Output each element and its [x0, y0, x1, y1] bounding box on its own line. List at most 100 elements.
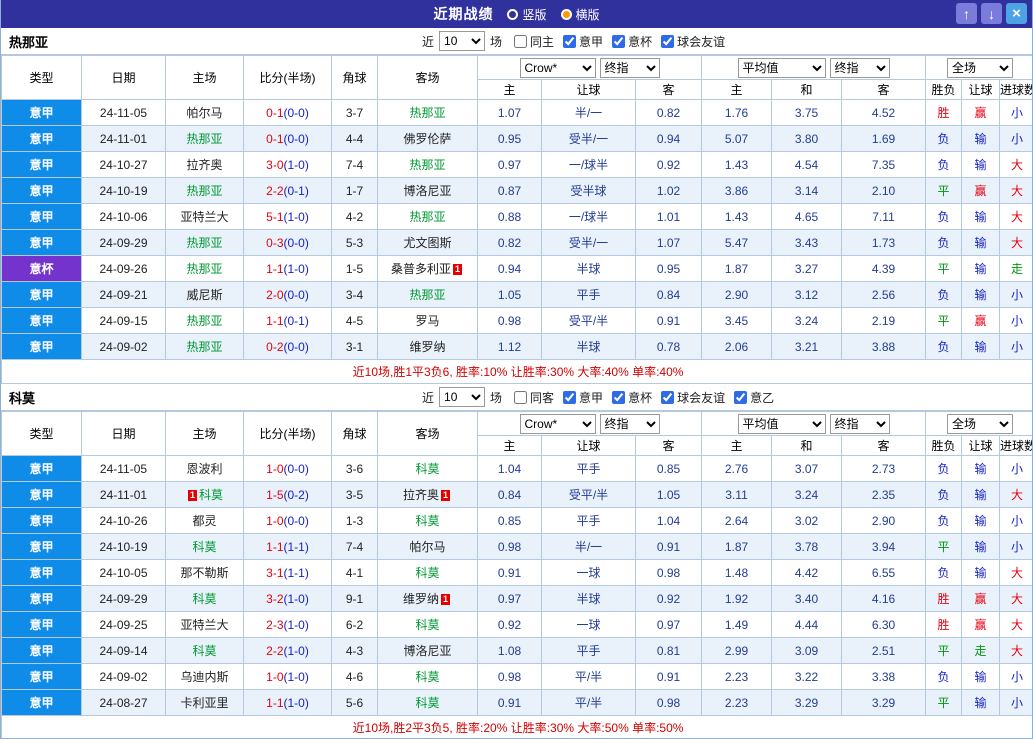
filter-checkbox[interactable]: [514, 390, 528, 404]
result-handicap: 输: [961, 507, 1001, 534]
bookmaker-select[interactable]: Crow*: [519, 57, 596, 78]
handicap-home-odds: 0.95: [477, 125, 542, 152]
filter-checkbox[interactable]: [661, 34, 675, 48]
filter-checkbox[interactable]: [734, 390, 748, 404]
red-card-badge: 1: [453, 264, 462, 275]
filter-checkbox[interactable]: [514, 34, 528, 48]
filter-option-意甲[interactable]: 意甲: [563, 389, 603, 406]
scope-select[interactable]: 全场: [947, 57, 1014, 78]
handicap-home-odds: 0.97: [477, 585, 542, 612]
handicap-home-odds: 0.98: [477, 533, 542, 560]
handicap-away-odds: 0.98: [634, 689, 703, 716]
halftime-score: (1-1): [283, 539, 309, 554]
result-wdl: 平: [925, 689, 963, 716]
corner-count: 3-6: [331, 455, 378, 482]
avg-home-odds: 2.64: [701, 507, 773, 534]
summary-row: 近10场,胜2平3负5, 胜率:20% 让胜率:30% 大率:50% 单率:50…: [1, 715, 1032, 738]
league-badge: 意甲: [1, 559, 82, 586]
avg-home-odds: 1.76: [701, 99, 773, 126]
league-badge: 意甲: [1, 637, 82, 664]
odds-stage-select-2[interactable]: 终指: [829, 413, 890, 434]
avg-away-odds: 1.73: [841, 229, 927, 256]
layout-radio-横版[interactable]: 横版: [560, 6, 600, 23]
layout-radio-竖版[interactable]: 竖版: [507, 6, 547, 23]
score-cell: 0-3(0-0): [243, 229, 332, 256]
avg-home-odds: 1.87: [701, 255, 773, 282]
score-cell: 3-0(1-0): [243, 151, 332, 178]
filter-option-意甲[interactable]: 意甲: [563, 33, 603, 50]
handicap-line: 平/半: [541, 663, 636, 690]
handicap-line: 半/一: [541, 533, 636, 560]
radio-icon: [560, 8, 572, 20]
team-label: 帕尔马: [409, 540, 446, 554]
away-team: 博洛尼亚: [377, 637, 478, 664]
handicap-line: 平/半: [541, 689, 636, 716]
sub-column-header: 让球: [541, 79, 636, 100]
team-label: 热那亚: [409, 106, 446, 120]
filter-checkbox[interactable]: [612, 34, 626, 48]
team-label: 卡利亚里: [180, 696, 229, 710]
section-header: 科莫 近 10 场 同客 意甲 意杯 球会友谊 意乙: [1, 384, 1032, 411]
filter-checkbox[interactable]: [563, 390, 577, 404]
average-select[interactable]: 平均值: [737, 57, 826, 78]
bookmaker-select[interactable]: Crow*: [519, 413, 596, 434]
avg-home-odds: 2.90: [701, 281, 773, 308]
scroll-up-button[interactable]: ↑: [956, 3, 977, 24]
home-team: 科莫: [165, 585, 244, 612]
avg-draw-odds: 3.07: [771, 455, 843, 482]
corner-count: 1-3: [331, 507, 378, 534]
team-label: 亚特兰大: [180, 210, 229, 224]
filter-option-意杯[interactable]: 意杯: [612, 389, 652, 406]
filter-option-球会友谊[interactable]: 球会友谊: [661, 389, 725, 406]
avg-draw-odds: 4.54: [771, 151, 843, 178]
filter-option-球会友谊[interactable]: 球会友谊: [661, 33, 725, 50]
filter-option-意乙[interactable]: 意乙: [734, 389, 774, 406]
filter-option-同主[interactable]: 同主: [514, 33, 554, 50]
match-row: 意甲 24-10-06 亚特兰大 5-1(1-0) 4-2 热那亚 0.88 一/球半 1.01…: [1, 203, 1032, 230]
result-handicap: 输: [961, 481, 1001, 508]
filter-checkbox[interactable]: [563, 34, 577, 48]
handicap-home-odds: 0.87: [477, 177, 542, 204]
column-header: 类型: [1, 55, 82, 100]
result-handicap: 输: [961, 455, 1001, 482]
close-icon[interactable]: ×: [1006, 3, 1027, 24]
red-card-badge: 1: [441, 490, 450, 501]
odds-stage-select[interactable]: 终指: [599, 413, 660, 434]
halftime-score: (1-0): [283, 617, 309, 632]
score-cell: 1-1(1-0): [243, 255, 332, 282]
team-label: 桑普多利亚: [390, 262, 451, 276]
odds-stage-select-2[interactable]: 终指: [829, 57, 890, 78]
team-label: 热那亚: [186, 340, 223, 354]
fulltime-score: 3-0: [266, 157, 284, 172]
column-header: 客场: [377, 55, 478, 100]
filter-checkbox[interactable]: [612, 390, 626, 404]
filter-checkbox[interactable]: [661, 390, 675, 404]
home-team: 恩波利: [165, 455, 244, 482]
league-badge: 意甲: [1, 611, 82, 638]
handicap-away-odds: 0.95: [634, 255, 703, 282]
odds-stage-select[interactable]: 终指: [599, 57, 660, 78]
league-badge: 意甲: [1, 507, 82, 534]
fulltime-score: 1-1: [266, 261, 284, 276]
match-count-select[interactable]: 10: [439, 31, 486, 51]
league-badge: 意甲: [1, 585, 82, 612]
score-cell: 0-1(0-0): [243, 99, 332, 126]
league-badge: 意甲: [1, 307, 82, 334]
scope-select[interactable]: 全场: [947, 413, 1014, 434]
handicap-home-odds: 0.91: [477, 689, 542, 716]
avg-draw-odds: 3.29: [771, 689, 843, 716]
handicap-line: 受半/一: [541, 229, 636, 256]
corner-count: 4-5: [331, 307, 378, 334]
avg-draw-odds: 3.14: [771, 177, 843, 204]
result-goals: 小: [999, 99, 1032, 126]
team-label: 亚特兰大: [180, 618, 229, 632]
filter-option-意杯[interactable]: 意杯: [612, 33, 652, 50]
corner-count: 7-4: [331, 533, 378, 560]
scroll-down-button[interactable]: ↓: [981, 3, 1002, 24]
sub-column-header: 胜负: [925, 79, 963, 100]
average-select[interactable]: 平均值: [737, 413, 826, 434]
match-date: 24-10-19: [81, 177, 166, 204]
match-count-select[interactable]: 10: [439, 387, 486, 407]
filter-option-同客[interactable]: 同客: [514, 389, 554, 406]
league-badge: 意杯: [1, 255, 82, 282]
